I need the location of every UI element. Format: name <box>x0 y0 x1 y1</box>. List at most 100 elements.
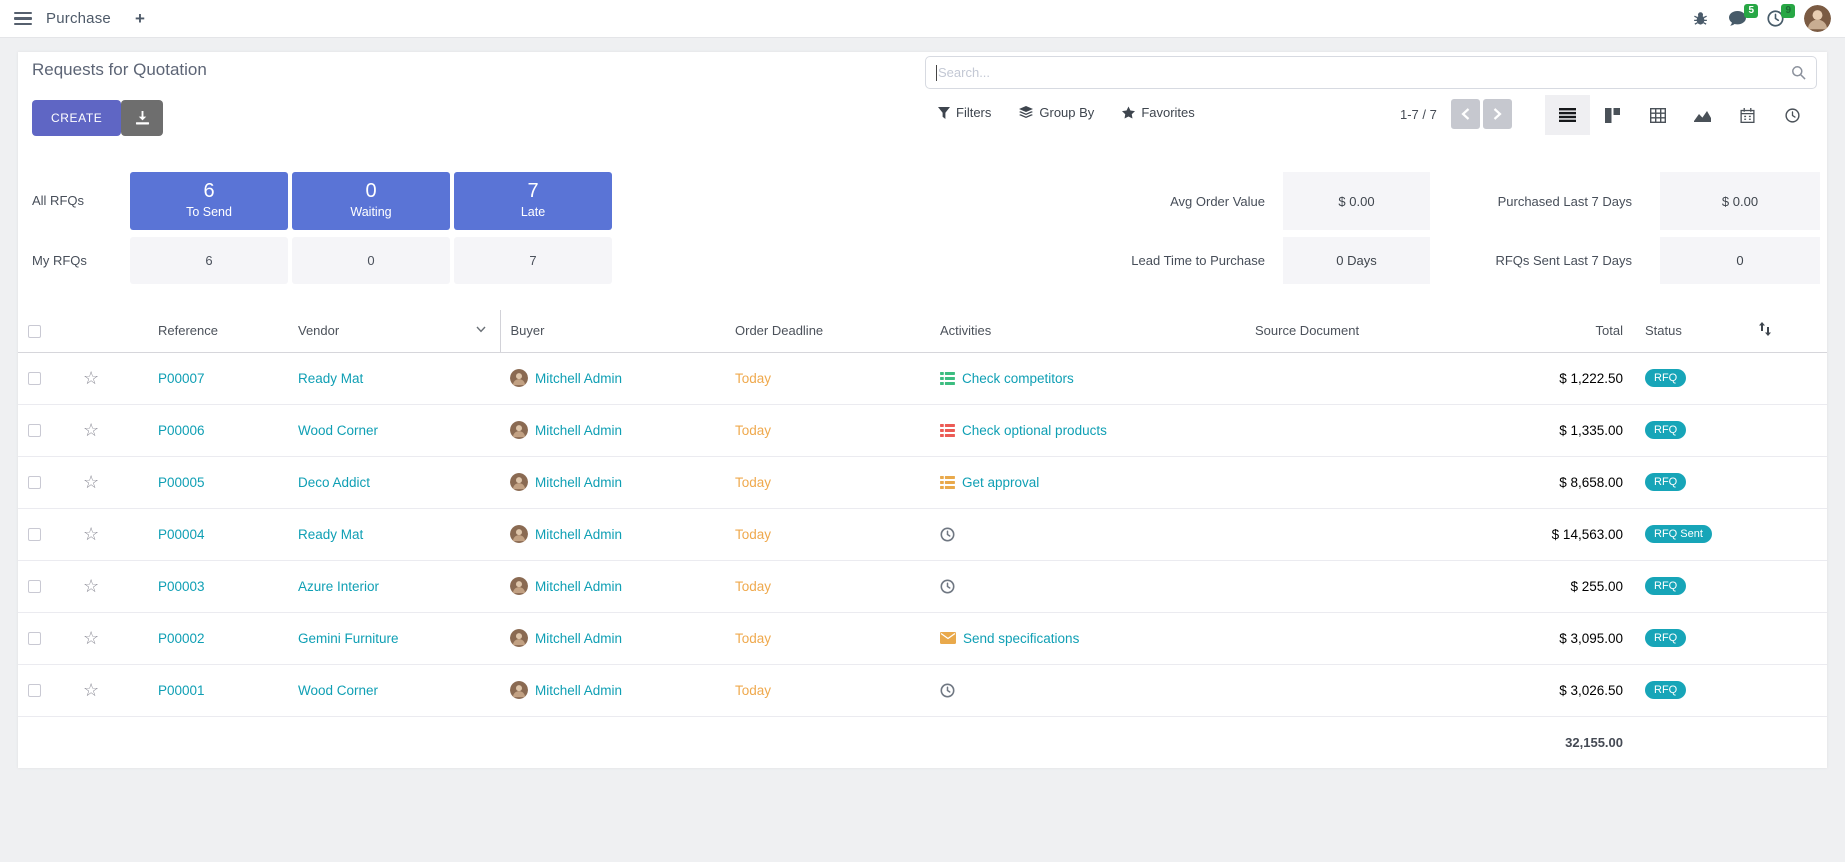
status-badge: RFQ <box>1645 369 1686 387</box>
column-header-activities[interactable]: Activities <box>930 310 1245 352</box>
favorite-star-icon[interactable]: ☆ <box>83 628 99 648</box>
favorites-button[interactable]: Favorites <box>1122 105 1194 120</box>
pager-next-button[interactable] <box>1483 99 1512 129</box>
tile-late[interactable]: 7 Late <box>454 172 612 230</box>
debug-bug-icon[interactable] <box>1693 11 1708 26</box>
activities-clock-icon[interactable]: 9 <box>1767 10 1784 27</box>
activity-type-icon[interactable] <box>940 372 955 385</box>
messages-icon[interactable]: 5 <box>1728 10 1747 27</box>
hamburger-menu-icon[interactable] <box>14 12 32 26</box>
column-header-status[interactable]: Status <box>1635 310 1748 352</box>
all-rfqs-label: All RFQs <box>32 193 84 208</box>
search-bar[interactable] <box>925 56 1817 89</box>
vendor-link[interactable]: Gemini Furniture <box>298 631 399 646</box>
buyer-link[interactable]: Mitchell Admin <box>535 631 622 646</box>
pager-previous-button[interactable] <box>1451 99 1480 129</box>
vendor-link[interactable]: Deco Addict <box>298 475 370 490</box>
tile-to-send[interactable]: 6 To Send <box>130 172 288 230</box>
reference-link[interactable]: P00004 <box>158 527 205 542</box>
source-document-cell <box>1245 664 1518 716</box>
graph-view-button[interactable] <box>1680 95 1725 135</box>
sort-chevron-down-icon <box>476 326 486 333</box>
buyer-link[interactable]: Mitchell Admin <box>535 475 622 490</box>
vendor-link[interactable]: Azure Interior <box>298 579 379 594</box>
reference-link[interactable]: P00005 <box>158 475 205 490</box>
calendar-view-icon <box>1740 108 1755 123</box>
row-checkbox[interactable] <box>28 476 41 489</box>
reference-link[interactable]: P00007 <box>158 371 205 386</box>
table-row[interactable]: ☆ P00001 Wood Corner Mitchell Admin Toda… <box>18 664 1827 716</box>
reference-link[interactable]: P00002 <box>158 631 205 646</box>
column-header-deadline[interactable]: Order Deadline <box>725 310 930 352</box>
activity-label[interactable]: Check competitors <box>962 371 1074 386</box>
export-button[interactable] <box>121 100 163 136</box>
toggle-columns-icon[interactable] <box>1758 322 1772 336</box>
calendar-view-button[interactable] <box>1725 95 1770 135</box>
row-checkbox[interactable] <box>28 632 41 645</box>
filters-button[interactable]: Filters <box>938 105 991 120</box>
activity-label[interactable]: Check optional products <box>962 423 1107 438</box>
source-document-cell <box>1245 508 1518 560</box>
tile-waiting[interactable]: 0 Waiting <box>292 172 450 230</box>
activity-type-icon[interactable] <box>940 424 955 437</box>
favorite-star-icon[interactable]: ☆ <box>83 420 99 440</box>
group-by-button[interactable]: Group By <box>1019 105 1094 120</box>
column-header-vendor[interactable]: Vendor <box>268 310 500 352</box>
buyer-link[interactable]: Mitchell Admin <box>535 579 622 594</box>
favorite-star-icon[interactable]: ☆ <box>83 472 99 492</box>
activity-view-button[interactable] <box>1770 95 1815 135</box>
list-view-button[interactable] <box>1545 95 1590 135</box>
favorite-star-icon[interactable]: ☆ <box>83 368 99 388</box>
my-late-count[interactable]: 7 <box>454 237 612 284</box>
table-row[interactable]: ☆ P00002 Gemini Furniture Mitchell Admin… <box>18 612 1827 664</box>
favorite-star-icon[interactable]: ☆ <box>83 680 99 700</box>
search-icon[interactable] <box>1791 65 1806 80</box>
app-name[interactable]: Purchase <box>46 10 111 27</box>
star-icon <box>1122 106 1135 119</box>
activity-type-icon[interactable] <box>940 527 955 542</box>
my-to-send-count[interactable]: 6 <box>130 237 288 284</box>
activity-label[interactable]: Get approval <box>962 475 1039 490</box>
new-tab-button[interactable]: + <box>135 9 145 29</box>
row-checkbox[interactable] <box>28 372 41 385</box>
kanban-view-button[interactable] <box>1590 95 1635 135</box>
row-checkbox[interactable] <box>28 684 41 697</box>
vendor-link[interactable]: Ready Mat <box>298 527 363 542</box>
user-avatar[interactable] <box>1804 5 1831 32</box>
column-header-total[interactable]: Total <box>1518 310 1635 352</box>
pivot-view-button[interactable] <box>1635 95 1680 135</box>
buyer-link[interactable]: Mitchell Admin <box>535 683 622 698</box>
my-waiting-count[interactable]: 0 <box>292 237 450 284</box>
column-header-buyer[interactable]: Buyer <box>500 310 725 352</box>
activity-type-icon[interactable] <box>940 683 955 698</box>
search-input[interactable] <box>938 65 1791 80</box>
buyer-link[interactable]: Mitchell Admin <box>535 527 622 542</box>
reference-link[interactable]: P00001 <box>158 683 205 698</box>
favorite-star-icon[interactable]: ☆ <box>83 524 99 544</box>
select-all-checkbox[interactable] <box>28 325 41 338</box>
row-checkbox[interactable] <box>28 424 41 437</box>
activity-type-icon[interactable] <box>940 579 955 594</box>
table-row[interactable]: ☆ P00003 Azure Interior Mitchell Admin T… <box>18 560 1827 612</box>
column-header-reference[interactable]: Reference <box>128 310 268 352</box>
vendor-link[interactable]: Wood Corner <box>298 683 378 698</box>
activity-type-icon[interactable] <box>940 476 955 489</box>
table-row[interactable]: ☆ P00006 Wood Corner Mitchell Admin Toda… <box>18 404 1827 456</box>
activity-type-icon[interactable] <box>940 632 956 644</box>
vendor-link[interactable]: Ready Mat <box>298 371 363 386</box>
row-checkbox[interactable] <box>28 528 41 541</box>
table-row[interactable]: ☆ P00004 Ready Mat Mitchell Admin Today … <box>18 508 1827 560</box>
reference-link[interactable]: P00006 <box>158 423 205 438</box>
to-send-label: To Send <box>130 205 288 219</box>
create-button[interactable]: CREATE <box>32 100 121 136</box>
row-checkbox[interactable] <box>28 580 41 593</box>
activity-label[interactable]: Send specifications <box>963 631 1079 646</box>
vendor-link[interactable]: Wood Corner <box>298 423 378 438</box>
reference-link[interactable]: P00003 <box>158 579 205 594</box>
table-row[interactable]: ☆ P00005 Deco Addict Mitchell Admin Toda… <box>18 456 1827 508</box>
buyer-link[interactable]: Mitchell Admin <box>535 371 622 386</box>
buyer-link[interactable]: Mitchell Admin <box>535 423 622 438</box>
column-header-source[interactable]: Source Document <box>1245 310 1518 352</box>
favorite-star-icon[interactable]: ☆ <box>83 576 99 596</box>
table-row[interactable]: ☆ P00007 Ready Mat Mitchell Admin Today … <box>18 352 1827 404</box>
